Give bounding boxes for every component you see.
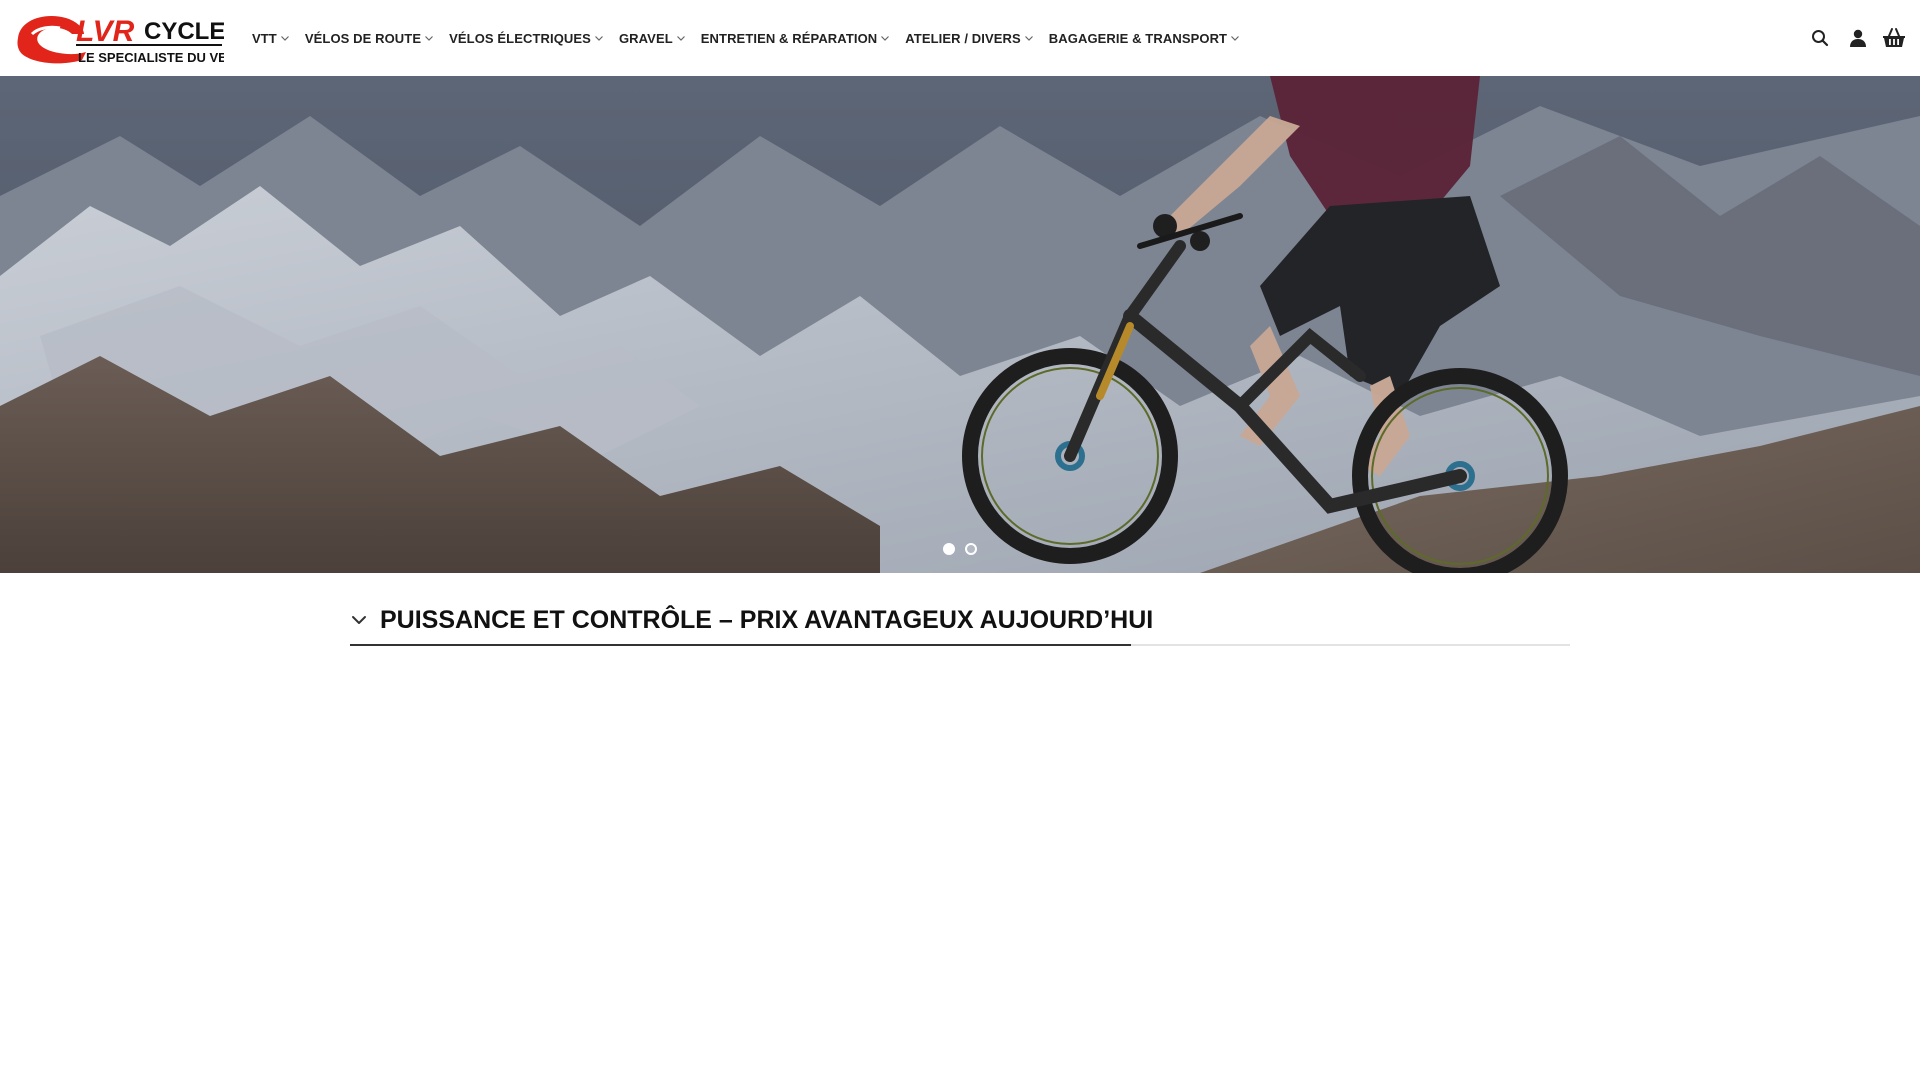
hero-image <box>0 76 1920 573</box>
accordion-toggle[interactable]: PUISSANCE ET CONTRÔLE – PRIX AVANTAGEUX … <box>350 598 1570 642</box>
svg-text:LE SPECIALISTE DU VELO: LE SPECIALISTE DU VELO <box>78 50 224 65</box>
nav-item-label: BAGAGERIE & TRANSPORT <box>1048 30 1228 46</box>
svg-text:CYCLES: CYCLES <box>144 18 224 45</box>
main-nav: VTT VÉLOS DE ROUTE VÉLOS ÉLECTRIQUES GRAVEL… <box>252 0 1255 76</box>
nav-item-label: ENTRETIEN & RÉPARATION <box>700 30 878 46</box>
nav-item-label: VTT <box>252 30 277 46</box>
nav-item-bagagerie-transport[interactable]: BAGAGERIE & TRANSPORT <box>1049 31 1240 46</box>
search-icon[interactable] <box>1808 26 1832 50</box>
nav-item-label: VÉLOS ÉLECTRIQUES <box>449 30 591 46</box>
chevron-down-icon <box>350 611 368 629</box>
nav-item-label: GRAVEL <box>618 30 673 46</box>
chevron-down-icon <box>280 33 290 43</box>
nav-item-label: ATELIER / DIVERS <box>905 30 1021 46</box>
chevron-down-icon <box>880 33 890 43</box>
nav-item-label: VÉLOS DE ROUTE <box>304 30 422 46</box>
accordion-active-underline <box>350 644 1131 646</box>
svg-text:LVR: LVR <box>76 15 135 48</box>
chevron-down-icon <box>424 33 434 43</box>
hero-slider[interactable] <box>0 76 1920 573</box>
slider-dot-1[interactable] <box>943 543 955 555</box>
basket-icon[interactable] <box>1882 26 1906 50</box>
site-logo[interactable]: LVR CYCLES LE SPECIALISTE DU VELO <box>14 8 224 66</box>
site-header: LVR CYCLES LE SPECIALISTE DU VELO VTT VÉL… <box>0 0 1920 76</box>
nav-item-atelier-divers[interactable]: ATELIER / DIVERS <box>905 31 1033 46</box>
user-icon[interactable] <box>1846 26 1870 50</box>
chevron-down-icon <box>594 33 604 43</box>
nav-item-entretien-reparation[interactable]: ENTRETIEN & RÉPARATION <box>701 31 891 46</box>
chevron-down-icon <box>1024 33 1034 43</box>
slider-dot-2[interactable] <box>965 543 977 555</box>
chevron-down-icon <box>1230 33 1240 43</box>
nav-item-velos-de-route[interactable]: VÉLOS DE ROUTE <box>305 31 434 46</box>
nav-item-gravel[interactable]: GRAVEL <box>619 31 686 46</box>
chevron-down-icon <box>676 33 686 43</box>
nav-item-vtt[interactable]: VTT <box>252 31 290 46</box>
accordion-section: PUISSANCE ET CONTRÔLE – PRIX AVANTAGEUX … <box>350 598 1570 646</box>
accordion-title: PUISSANCE ET CONTRÔLE – PRIX AVANTAGEUX … <box>380 605 1154 634</box>
slider-dots <box>0 543 1920 555</box>
nav-item-velos-electriques[interactable]: VÉLOS ÉLECTRIQUES <box>449 31 604 46</box>
logo-graphic: LVR CYCLES LE SPECIALISTE DU VELO <box>17 15 224 65</box>
header-actions <box>1800 0 1906 76</box>
